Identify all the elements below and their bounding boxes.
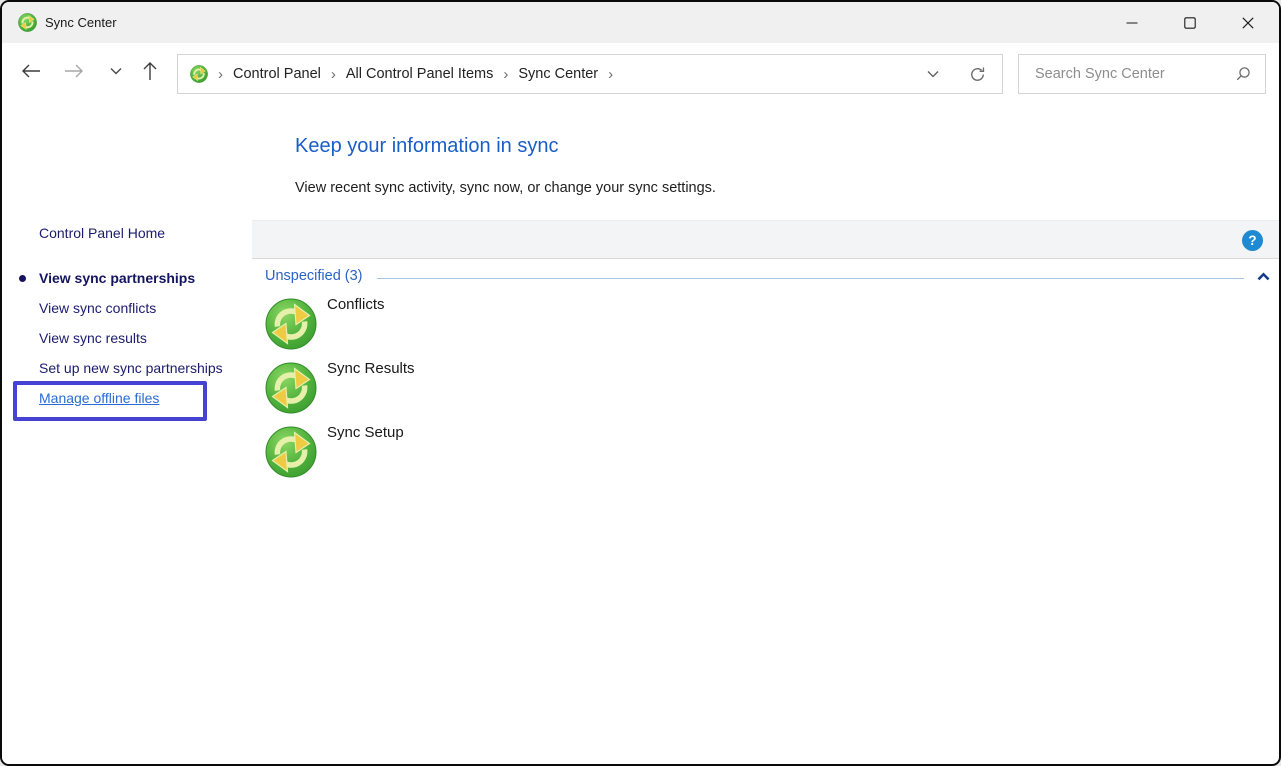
forward-arrow-icon bbox=[64, 63, 84, 79]
collapse-group-button[interactable] bbox=[1254, 268, 1272, 282]
breadcrumb-item-sync-center[interactable]: Sync Center bbox=[518, 66, 598, 82]
search-input[interactable] bbox=[1019, 66, 1235, 82]
breadcrumb-item-control-panel[interactable]: Control Panel bbox=[233, 66, 321, 82]
maximize-button[interactable] bbox=[1161, 2, 1219, 43]
up-arrow-icon bbox=[142, 61, 158, 81]
breadcrumb-separator: › bbox=[598, 66, 623, 83]
previous-locations-button[interactable] bbox=[918, 60, 948, 88]
refresh-icon bbox=[969, 66, 986, 83]
chevron-up-icon bbox=[1256, 270, 1271, 281]
recent-locations-button[interactable] bbox=[99, 57, 133, 85]
close-icon bbox=[1242, 17, 1254, 29]
sync-icon bbox=[265, 298, 317, 350]
help-icon: ? bbox=[1248, 233, 1256, 248]
help-button[interactable]: ? bbox=[1242, 230, 1263, 251]
breadcrumb: › Control Panel › All Control Panel Item… bbox=[177, 54, 1003, 94]
list-item-label: Sync Results bbox=[327, 360, 415, 377]
sidebar-item-control-panel-home[interactable]: Control Panel Home bbox=[39, 225, 165, 241]
group-header-unspecified: Unspecified (3) bbox=[265, 268, 363, 284]
list-item-sync-setup[interactable]: Sync Setup bbox=[265, 424, 685, 480]
close-button[interactable] bbox=[1219, 2, 1277, 43]
chevron-down-icon bbox=[927, 70, 939, 78]
sync-center-location-icon bbox=[190, 65, 208, 83]
sync-icon bbox=[265, 362, 317, 414]
list-item-label: Sync Setup bbox=[327, 424, 404, 441]
group-divider-line bbox=[377, 278, 1244, 279]
back-button[interactable] bbox=[14, 57, 48, 85]
breadcrumb-item-all-control-panel-items[interactable]: All Control Panel Items bbox=[346, 66, 493, 82]
sync-center-window: Sync Center › Cont bbox=[0, 0, 1281, 766]
sidebar-item-set-up-new-sync-partnerships[interactable]: Set up new sync partnerships bbox=[39, 360, 223, 376]
sidebar-item-manage-offline-files[interactable]: Manage offline files bbox=[39, 390, 159, 406]
search-icon[interactable] bbox=[1235, 66, 1251, 82]
maximize-icon bbox=[1184, 17, 1196, 29]
sidebar-item-view-sync-conflicts[interactable]: View sync conflicts bbox=[39, 300, 156, 316]
page-title: Keep your information in sync bbox=[295, 135, 558, 158]
minimize-icon bbox=[1126, 17, 1138, 29]
window-title: Sync Center bbox=[45, 15, 117, 30]
list-item-sync-results[interactable]: Sync Results bbox=[265, 360, 685, 416]
sidebar: Control Panel Home View sync partnership… bbox=[2, 99, 252, 764]
sidebar-item-view-sync-partnerships[interactable]: View sync partnerships bbox=[39, 270, 195, 286]
breadcrumb-separator: › bbox=[208, 66, 233, 83]
sync-icon bbox=[265, 426, 317, 478]
chevron-down-icon bbox=[110, 67, 122, 75]
caption-buttons bbox=[1103, 2, 1277, 43]
forward-button[interactable] bbox=[57, 57, 91, 85]
list-item-label: Conflicts bbox=[327, 296, 385, 313]
sync-center-app-icon bbox=[18, 13, 37, 32]
command-toolbar bbox=[252, 220, 1279, 259]
up-button[interactable] bbox=[133, 57, 167, 85]
minimize-button[interactable] bbox=[1103, 2, 1161, 43]
page-subtitle: View recent sync activity, sync now, or … bbox=[295, 180, 716, 196]
back-arrow-icon bbox=[21, 63, 41, 79]
search-box bbox=[1018, 54, 1266, 94]
breadcrumb-separator: › bbox=[493, 66, 518, 83]
refresh-button[interactable] bbox=[962, 60, 992, 88]
navigation-bar: › Control Panel › All Control Panel Item… bbox=[2, 43, 1279, 99]
active-item-bullet-icon bbox=[19, 275, 26, 282]
sidebar-item-view-sync-results[interactable]: View sync results bbox=[39, 330, 147, 346]
breadcrumb-separator: › bbox=[321, 66, 346, 83]
list-item-conflicts[interactable]: Conflicts bbox=[265, 296, 685, 352]
titlebar: Sync Center bbox=[2, 2, 1279, 43]
